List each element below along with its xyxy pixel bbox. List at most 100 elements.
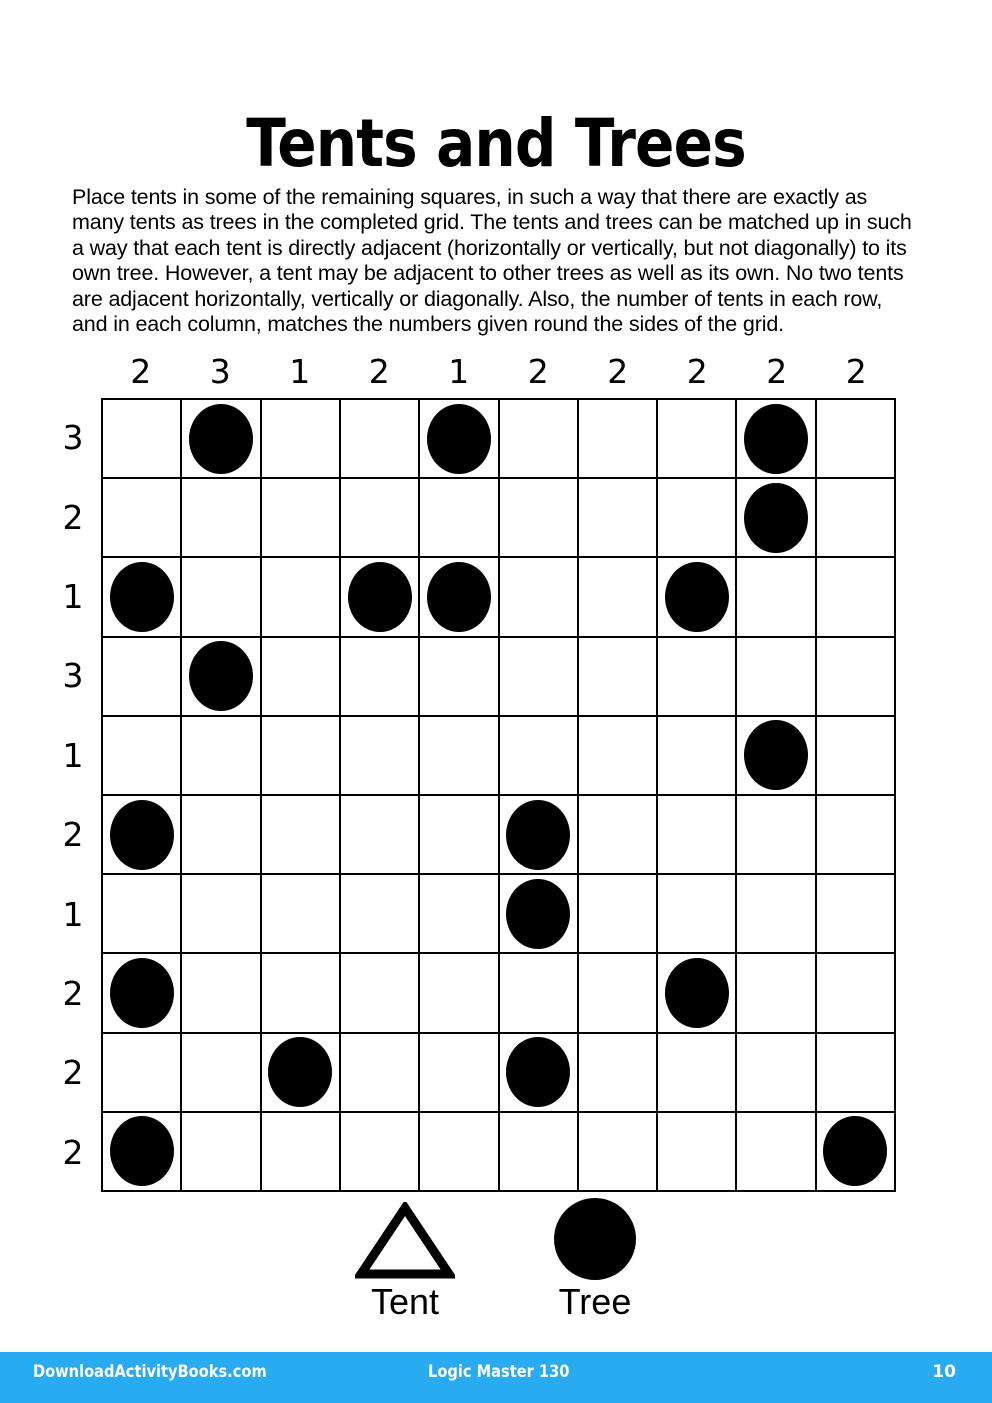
grid-cell-tree[interactable] bbox=[737, 479, 817, 559]
grid-cell-empty[interactable] bbox=[499, 716, 579, 796]
grid-cell-empty[interactable] bbox=[340, 954, 421, 1034]
grid-cell-empty[interactable] bbox=[182, 1112, 262, 1192]
grid-cell-empty[interactable] bbox=[658, 1033, 738, 1113]
grid-cell-empty[interactable] bbox=[578, 795, 659, 876]
grid-cell-empty[interactable] bbox=[499, 1112, 579, 1192]
grid-cell-tree[interactable] bbox=[103, 954, 183, 1034]
grid-cell-empty[interactable] bbox=[340, 716, 421, 796]
grid-cell-empty[interactable] bbox=[340, 1033, 421, 1113]
grid-cell-empty[interactable] bbox=[182, 716, 262, 796]
grid-cell-empty[interactable] bbox=[578, 479, 659, 559]
grid-cell-empty[interactable] bbox=[261, 479, 341, 559]
grid-cell-empty[interactable] bbox=[261, 400, 341, 480]
grid-cell-empty[interactable] bbox=[420, 954, 500, 1034]
grid-cell-tree[interactable] bbox=[658, 558, 738, 638]
grid-cell-empty[interactable] bbox=[658, 795, 738, 876]
grid-cell-empty[interactable] bbox=[578, 954, 659, 1034]
grid-cell-empty[interactable] bbox=[499, 558, 579, 638]
grid-cell-empty[interactable] bbox=[737, 637, 817, 717]
grid-cell-empty[interactable] bbox=[816, 400, 896, 480]
grid-cell-empty[interactable] bbox=[261, 716, 341, 796]
grid-cell-empty[interactable] bbox=[737, 558, 817, 638]
grid-cell-empty[interactable] bbox=[816, 1033, 896, 1113]
grid-cell-empty[interactable] bbox=[420, 637, 500, 717]
grid-cell-empty[interactable] bbox=[658, 716, 738, 796]
grid-cell-empty[interactable] bbox=[103, 716, 183, 796]
grid-cell-empty[interactable] bbox=[261, 875, 341, 955]
tents-and-trees-grid[interactable] bbox=[101, 398, 896, 1192]
grid-cell-empty[interactable] bbox=[816, 558, 896, 638]
grid-cell-tree[interactable] bbox=[182, 637, 262, 717]
grid-cell-empty[interactable] bbox=[499, 637, 579, 717]
grid-cell-empty[interactable] bbox=[182, 479, 262, 559]
grid-cell-empty[interactable] bbox=[340, 875, 421, 955]
footer-site-name[interactable]: DownloadActivityBooks.com bbox=[33, 1362, 267, 1382]
grid-cell-tree[interactable] bbox=[420, 558, 500, 638]
grid-cell-empty[interactable] bbox=[420, 875, 500, 955]
grid-cell-tree[interactable] bbox=[499, 1033, 579, 1113]
grid-cell-tree[interactable] bbox=[420, 400, 500, 480]
grid-cell-empty[interactable] bbox=[420, 795, 500, 876]
grid-cell-empty[interactable] bbox=[261, 1112, 341, 1192]
grid-cell-empty[interactable] bbox=[816, 954, 896, 1034]
grid-cell-empty[interactable] bbox=[261, 558, 341, 638]
grid-cell-empty[interactable] bbox=[578, 637, 659, 717]
grid-cell-empty[interactable] bbox=[499, 400, 579, 480]
grid-cell-tree[interactable] bbox=[182, 400, 262, 480]
grid-cell-tree[interactable] bbox=[737, 716, 817, 796]
grid-cell-tree[interactable] bbox=[737, 400, 817, 480]
grid-cell-empty[interactable] bbox=[340, 400, 421, 480]
grid-cell-tree[interactable] bbox=[499, 875, 579, 955]
grid-cell-empty[interactable] bbox=[658, 400, 738, 480]
grid-cell-empty[interactable] bbox=[737, 1033, 817, 1113]
grid-cell-empty[interactable] bbox=[737, 1112, 817, 1192]
grid-cell-empty[interactable] bbox=[737, 795, 817, 876]
grid-cell-tree[interactable] bbox=[103, 795, 183, 876]
grid-cell-empty[interactable] bbox=[103, 1033, 183, 1113]
grid-cell-empty[interactable] bbox=[182, 875, 262, 955]
grid-cell-empty[interactable] bbox=[420, 1033, 500, 1113]
grid-cell-empty[interactable] bbox=[182, 795, 262, 876]
grid-cell-empty[interactable] bbox=[340, 479, 421, 559]
grid-cell-empty[interactable] bbox=[578, 875, 659, 955]
grid-cell-empty[interactable] bbox=[737, 954, 817, 1034]
grid-cell-empty[interactable] bbox=[816, 637, 896, 717]
grid-cell-empty[interactable] bbox=[578, 1033, 659, 1113]
grid-cell-empty[interactable] bbox=[499, 954, 579, 1034]
grid-cell-empty[interactable] bbox=[340, 795, 421, 876]
grid-cell-empty[interactable] bbox=[261, 637, 341, 717]
grid-cell-empty[interactable] bbox=[816, 875, 896, 955]
grid-cell-empty[interactable] bbox=[578, 558, 659, 638]
grid-cell-empty[interactable] bbox=[578, 716, 659, 796]
grid-cell-empty[interactable] bbox=[420, 1112, 500, 1192]
grid-cell-empty[interactable] bbox=[182, 954, 262, 1034]
grid-cell-empty[interactable] bbox=[182, 1033, 262, 1113]
grid-cell-empty[interactable] bbox=[420, 716, 500, 796]
grid-cell-tree[interactable] bbox=[340, 558, 421, 638]
grid-cell-empty[interactable] bbox=[340, 637, 421, 717]
grid-cell-empty[interactable] bbox=[420, 479, 500, 559]
grid-cell-empty[interactable] bbox=[103, 875, 183, 955]
grid-cell-empty[interactable] bbox=[340, 1112, 421, 1192]
grid-cell-tree[interactable] bbox=[816, 1112, 896, 1192]
grid-cell-empty[interactable] bbox=[103, 637, 183, 717]
grid-cell-tree[interactable] bbox=[261, 1033, 341, 1113]
grid-cell-empty[interactable] bbox=[261, 954, 341, 1034]
grid-cell-empty[interactable] bbox=[658, 1112, 738, 1192]
grid-cell-empty[interactable] bbox=[816, 716, 896, 796]
grid-cell-empty[interactable] bbox=[103, 479, 183, 559]
grid-cell-empty[interactable] bbox=[737, 875, 817, 955]
grid-cell-empty[interactable] bbox=[658, 479, 738, 559]
grid-cell-empty[interactable] bbox=[578, 1112, 659, 1192]
grid-cell-tree[interactable] bbox=[103, 558, 183, 638]
grid-cell-empty[interactable] bbox=[103, 400, 183, 480]
grid-cell-empty[interactable] bbox=[499, 479, 579, 559]
grid-cell-tree[interactable] bbox=[658, 954, 738, 1034]
grid-cell-empty[interactable] bbox=[261, 795, 341, 876]
grid-cell-tree[interactable] bbox=[103, 1112, 183, 1192]
grid-cell-empty[interactable] bbox=[578, 400, 659, 480]
grid-cell-empty[interactable] bbox=[658, 875, 738, 955]
grid-cell-empty[interactable] bbox=[658, 637, 738, 717]
grid-cell-empty[interactable] bbox=[816, 795, 896, 876]
grid-cell-empty[interactable] bbox=[182, 558, 262, 638]
